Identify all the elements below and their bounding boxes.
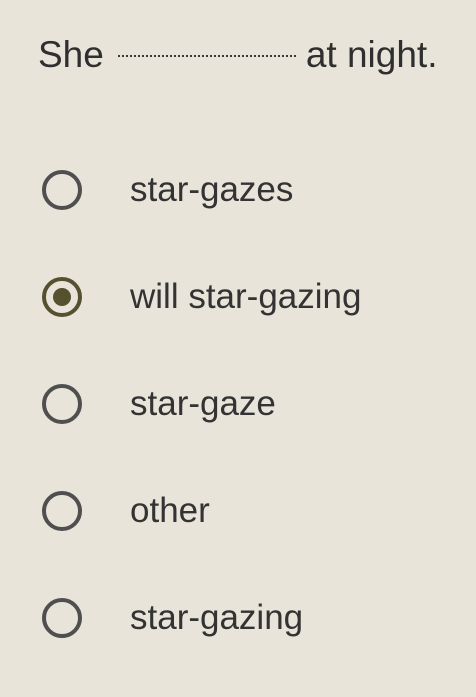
option-will-star-gazing[interactable]: will star-gazing bbox=[42, 269, 462, 376]
question-prefix: She bbox=[38, 34, 104, 75]
radio-button[interactable] bbox=[42, 170, 82, 210]
selected-dot-icon bbox=[53, 288, 71, 306]
option-label: other bbox=[130, 491, 210, 530]
option-star-gazing[interactable]: star-gazing bbox=[42, 590, 462, 697]
option-label: star-gazing bbox=[130, 598, 304, 637]
answer-options: star-gazes will star-gazing star-gaze ot… bbox=[42, 162, 462, 697]
option-label: star-gaze bbox=[130, 384, 276, 423]
radio-button[interactable] bbox=[42, 598, 82, 638]
option-label: will star-gazing bbox=[130, 277, 362, 316]
option-other[interactable]: other bbox=[42, 483, 462, 590]
option-star-gazes[interactable]: star-gazes bbox=[42, 162, 462, 269]
question-text: She at night. bbox=[38, 30, 438, 80]
option-label: star-gazes bbox=[130, 170, 294, 209]
radio-button-selected[interactable] bbox=[42, 277, 82, 317]
question-suffix: at night. bbox=[305, 34, 438, 75]
answer-blank bbox=[117, 55, 296, 57]
radio-button[interactable] bbox=[42, 491, 82, 531]
radio-button[interactable] bbox=[42, 384, 82, 424]
option-star-gaze[interactable]: star-gaze bbox=[42, 376, 462, 483]
